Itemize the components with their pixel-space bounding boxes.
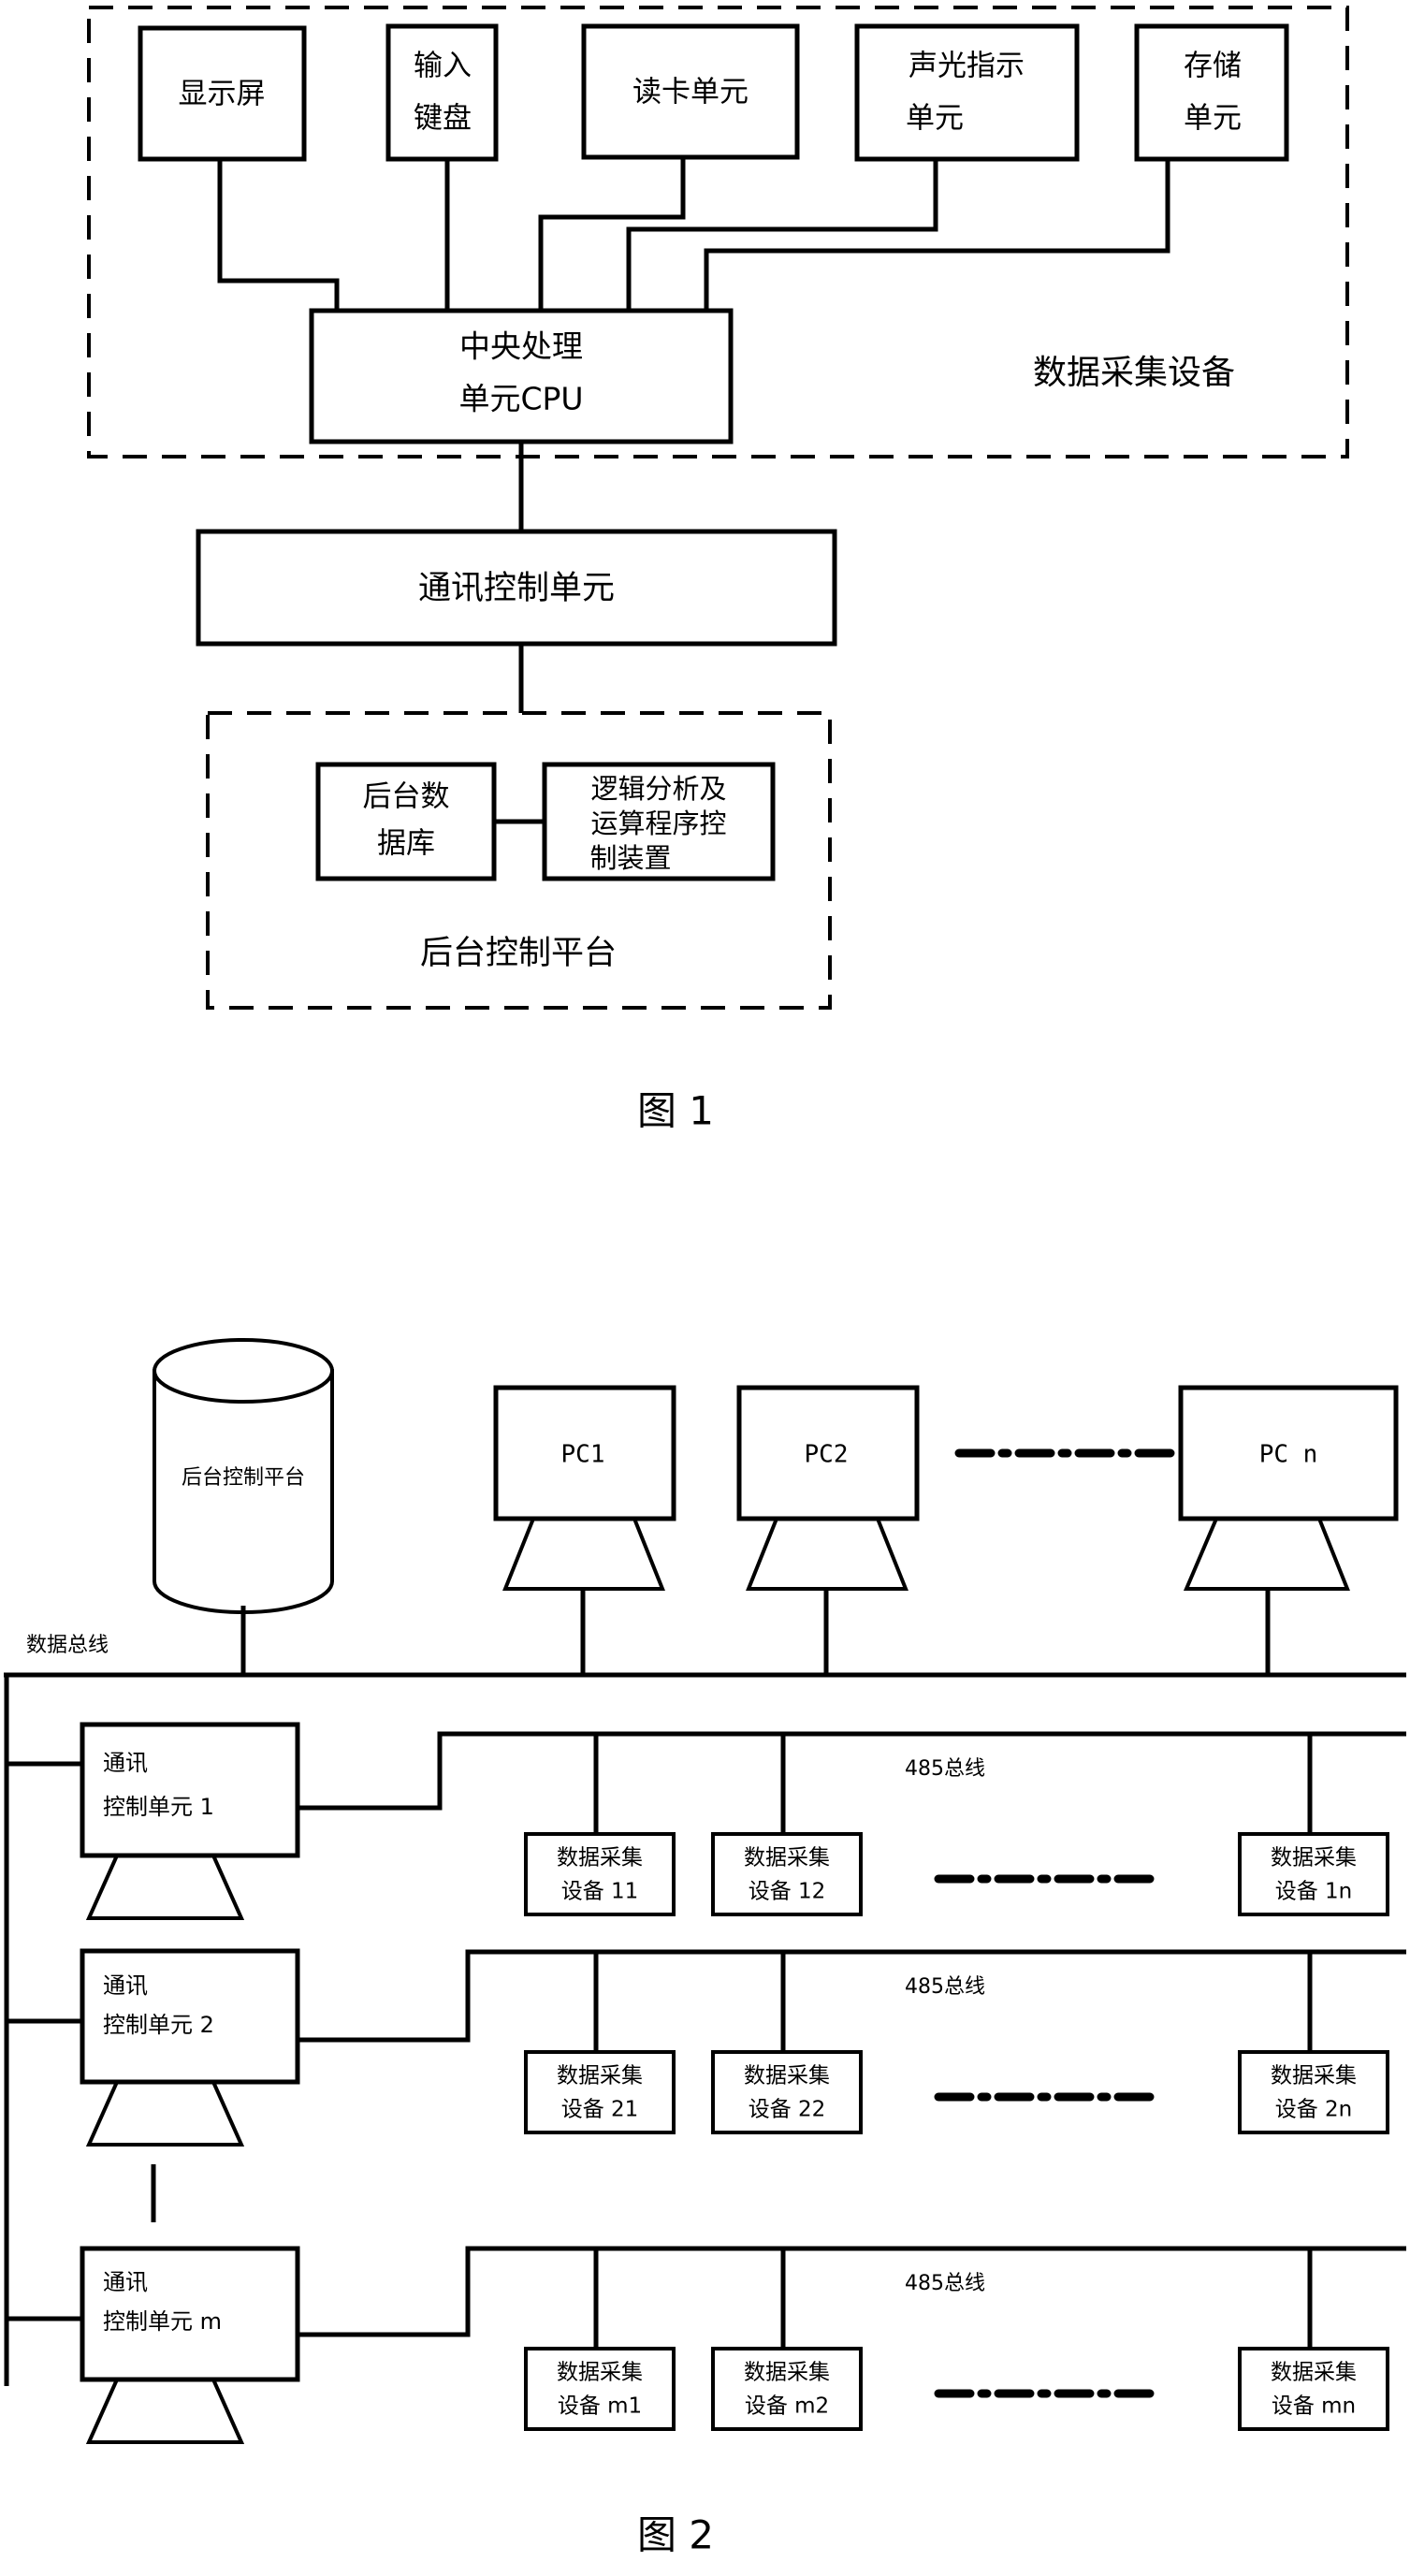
logic-analysis-label-line1: 逻辑分析及 — [590, 773, 726, 805]
row-1-device-n-label-line2: 设备 1n — [1275, 1880, 1353, 1904]
data-acquisition-device-group-label: 数据采集设备 — [1033, 354, 1235, 392]
input-keyboard-box — [385, 23, 499, 162]
background-control-platform-label: 后台控制平台 — [420, 935, 617, 972]
row-1-device-n-label-line1: 数据采集 — [1271, 1846, 1357, 1870]
audio-light-indicator-box — [854, 23, 1080, 162]
comm-unit-1-to-485-bus — [298, 1731, 1406, 1811]
pc-1-label: PC1 — [561, 1441, 605, 1469]
row-2-485-bus-label: 485总线 — [905, 1975, 985, 1999]
pc-1: PC1 — [493, 1385, 676, 1675]
row-3-device-n-label-line2: 设备 mn — [1272, 2394, 1356, 2419]
row-3: 通讯 控制单元 m 485总线 数据采集 设备 m1 数据采集 设备 m2 数据… — [7, 2246, 1406, 2444]
patent-drawing-page: 显示屏 输入 键盘 读卡单元 声光指示 单元 存储 单元 中央处理 单元CPU … — [0, 0, 1410, 2576]
row-1-device-1-label-line1: 数据采集 — [557, 1846, 643, 1870]
background-database-label-line2: 据库 — [377, 827, 435, 861]
cpu-label-line2: 单元CPU — [458, 381, 583, 417]
comm-unit-1-stand — [85, 1855, 245, 1920]
row-2-device-2-label-line1: 数据采集 — [744, 2064, 830, 2088]
card-reader-label: 读卡单元 — [632, 76, 749, 109]
row-1-device-2-label-line1: 数据采集 — [744, 1846, 830, 1870]
row-1-device-1-label-line2: 设备 11 — [561, 1880, 639, 1904]
comm-unit-1-box — [80, 1722, 300, 1858]
cylinder-label: 后台控制平台 — [182, 1466, 305, 1490]
communication-control-unit-label: 通讯控制单元 — [418, 570, 615, 607]
row-2: 通讯 控制单元 2 485总线 数据采集 设备 21 数据采集 设备 22 数据… — [7, 1948, 1406, 2147]
logic-analysis-label-line3: 制装置 — [589, 842, 671, 874]
row-3-device-1-label-line2: 设备 m1 — [558, 2394, 642, 2419]
comm-unit-m-label-line2: 控制单元 m — [103, 2308, 222, 2335]
row-3-device-2-label-line1: 数据采集 — [744, 2361, 830, 2385]
background-database-label-line1: 后台数 — [363, 780, 450, 814]
comm-unit-2-label-line1: 通讯 — [103, 1972, 148, 1999]
row-3-485-bus-label: 485总线 — [905, 2272, 985, 2295]
data-bus-label: 数据总线 — [26, 1634, 109, 1657]
comm-unit-2-stand — [85, 2081, 245, 2147]
pc-2-label: PC2 — [805, 1441, 849, 1469]
link-indicator-to-cpu — [626, 159, 938, 323]
storage-unit-box — [1134, 23, 1289, 162]
row-1-device-2-label-line2: 设备 12 — [749, 1880, 826, 1904]
audio-light-indicator-label-line1: 声光指示 — [909, 50, 1025, 83]
drawing-canvas: 显示屏 输入 键盘 读卡单元 声光指示 单元 存储 单元 中央处理 单元CPU … — [0, 0, 1410, 2576]
row-2-device-2-label-line2: 设备 22 — [749, 2098, 826, 2122]
cpu-label-line1: 中央处理 — [459, 328, 583, 365]
background-control-platform-cylinder: 后台控制平台 — [153, 1338, 334, 1614]
pc-n-label: PC n — [1259, 1441, 1318, 1469]
comm-unit-1-label-line2: 控制单元 1 — [103, 1794, 214, 1820]
logic-analysis-label-line2: 运算程序控 — [590, 808, 726, 839]
pc-2: PC2 — [736, 1385, 920, 1675]
comm-unit-m-stand — [85, 2379, 245, 2444]
display-label: 显示屏 — [179, 78, 266, 111]
pc-2-stand — [746, 1518, 909, 1591]
storage-unit-label-line2: 单元 — [1184, 102, 1242, 136]
pc-n-stand — [1183, 1518, 1350, 1591]
figure-1: 显示屏 输入 键盘 读卡单元 声光指示 单元 存储 单元 中央处理 单元CPU … — [87, 6, 1349, 1134]
row-2-device-1-label-line1: 数据采集 — [557, 2064, 643, 2088]
figure-2-caption: 图 2 — [637, 2512, 714, 2558]
row-3-device-n-label-line1: 数据采集 — [1271, 2361, 1357, 2385]
input-keyboard-label-line2: 键盘 — [414, 102, 472, 136]
link-display-to-cpu — [217, 159, 340, 323]
comm-unit-2-to-485-bus — [298, 1949, 1406, 2043]
comm-unit-2-label-line2: 控制单元 2 — [103, 2012, 214, 2038]
row-1-485-bus-label: 485总线 — [905, 1757, 985, 1781]
pc-1-stand — [502, 1518, 665, 1591]
row-3-device-2-label-line2: 设备 m2 — [745, 2394, 829, 2419]
storage-unit-label-line1: 存储 — [1184, 50, 1242, 83]
comm-unit-m-label-line1: 通讯 — [103, 2269, 148, 2295]
row-1: 通讯 控制单元 1 485总线 数据采集 设备 11 数据采集 设备 12 数据… — [7, 1722, 1406, 1920]
input-keyboard-label-line1: 输入 — [414, 50, 472, 83]
row-3-device-1-label-line1: 数据采集 — [557, 2361, 643, 2385]
row-2-device-1-label-line2: 设备 21 — [561, 2098, 639, 2122]
comm-unit-m-to-485-bus — [298, 2246, 1406, 2337]
figure-1-caption: 图 1 — [637, 1088, 714, 1134]
row-2-device-n-label-line2: 设备 2n — [1275, 2098, 1353, 2122]
row-2-device-n-label-line1: 数据采集 — [1271, 2064, 1357, 2088]
pc-n: PC n — [1178, 1385, 1399, 1675]
link-cardreader-to-cpu — [538, 159, 686, 323]
comm-unit-1-label-line1: 通讯 — [103, 1750, 148, 1776]
audio-light-indicator-label-line2: 单元 — [906, 102, 964, 136]
figure-2: 后台控制平台 PC1 PC2 PC n 数据总线 通讯 控制单元 1 485总线… — [4, 1338, 1406, 2558]
